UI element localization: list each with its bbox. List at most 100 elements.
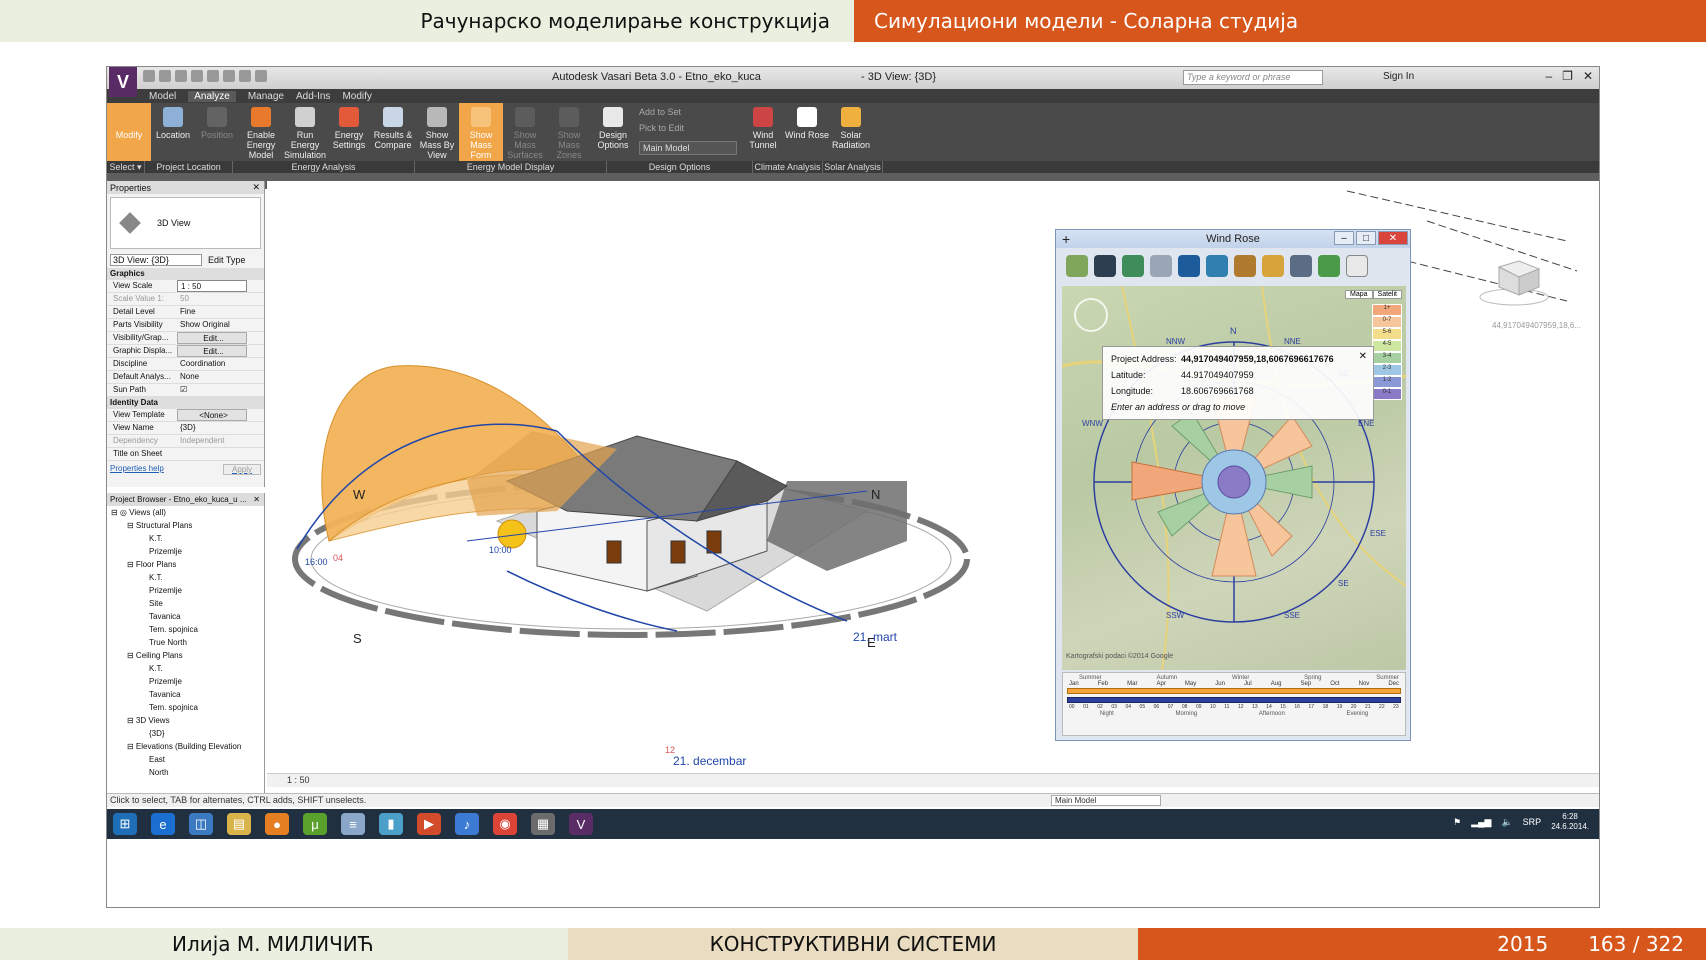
property-value[interactable]: Edit... — [177, 332, 247, 344]
ebook-icon[interactable]: ▮ — [379, 813, 403, 835]
active-model-select[interactable]: Main Model — [1051, 795, 1161, 806]
windows-media-icon[interactable]: ▶ — [417, 813, 441, 835]
ribbon-button-show-mass-surfaces[interactable]: Show Mass Surfaces — [503, 103, 547, 161]
property-value[interactable]: ☑ — [177, 384, 247, 396]
view-control-bar[interactable]: 1 : 50 — [267, 773, 1599, 787]
property-row[interactable]: Default Analys... None — [107, 371, 264, 384]
ribbon-button-run-energy-simulation[interactable]: Run Energy Simulation — [283, 103, 327, 161]
menu-item-model[interactable]: Model — [149, 91, 176, 102]
property-row[interactable]: Parts Visibility Show Original — [107, 319, 264, 332]
edit-type-button[interactable]: Edit Type — [208, 255, 245, 265]
hour-range-bar[interactable] — [1067, 697, 1401, 703]
vasari-icon[interactable]: V — [569, 813, 593, 835]
menu-item-analyze[interactable]: Analyze — [188, 90, 236, 102]
ribbon-button-enable-energy-model[interactable]: Enable Energy Model — [239, 103, 283, 161]
property-row[interactable]: View Name {3D} — [107, 422, 264, 435]
ribbon-button-modify[interactable]: Modify — [107, 103, 151, 161]
property-row[interactable]: View Template <None> — [107, 409, 264, 422]
browser-tree-item[interactable]: {3D} — [107, 727, 264, 740]
maximize-icon[interactable]: □ — [1356, 231, 1376, 245]
month-range-bar[interactable] — [1067, 688, 1401, 694]
export-icon[interactable] — [1066, 255, 1088, 277]
graphics-group[interactable]: Graphics — [107, 268, 264, 280]
property-value[interactable]: {3D} — [177, 422, 247, 434]
close-icon[interactable]: ✕ — [1378, 231, 1408, 245]
ribbon-button-solar-radiation[interactable]: Solar Radiation — [829, 103, 873, 161]
signal-icon[interactable]: ▂▄▆ — [1471, 817, 1491, 828]
tab-satellite[interactable]: Satelit — [1372, 290, 1402, 299]
browser-tree-item[interactable]: North — [107, 766, 264, 779]
ribbon-button-location[interactable]: Location — [151, 103, 195, 161]
tab-map[interactable]: Mapa — [1345, 290, 1373, 299]
menu-item-manage[interactable]: Manage — [248, 91, 284, 102]
firefox-icon[interactable]: ● — [265, 813, 289, 835]
ribbon-button-show-mass-by-view[interactable]: Show Mass By View — [415, 103, 459, 161]
property-row[interactable]: Title on Sheet — [107, 448, 264, 461]
itunes-icon[interactable]: ♪ — [455, 813, 479, 835]
network-icon[interactable]: ◫ — [189, 813, 213, 835]
volume-icon[interactable]: 🔈 — [1501, 817, 1512, 828]
property-value[interactable]: Show Original — [177, 319, 247, 331]
view-selector[interactable]: 3D View: {3D} — [110, 254, 202, 266]
browser-tree-item[interactable]: Site — [107, 597, 264, 610]
browser-tree-item[interactable]: ⊟ 3D Views — [107, 714, 264, 727]
close-icon[interactable]: ✕ — [1583, 69, 1593, 83]
clock[interactable]: 6:28 24.6.2014. — [1551, 812, 1589, 832]
language-indicator[interactable]: SRP — [1523, 817, 1542, 827]
property-row[interactable]: Graphic Displa... Edit... — [107, 345, 264, 358]
chrome-icon[interactable]: ◉ — [493, 813, 517, 835]
property-row[interactable]: Detail Level Fine — [107, 306, 264, 319]
property-value[interactable]: <None> — [177, 409, 247, 421]
pan-icon[interactable] — [1178, 255, 1200, 277]
restore-icon[interactable]: ❐ — [1562, 69, 1573, 83]
identity-group[interactable]: Identity Data — [107, 397, 264, 409]
utorrent-icon[interactable]: μ — [303, 813, 327, 835]
close-icon[interactable]: ✕ — [253, 495, 260, 504]
property-value[interactable] — [177, 448, 247, 460]
menu-item-add-ins[interactable]: Add-Ins — [296, 91, 330, 102]
ribbon-button-show-mass-form[interactable]: Show Mass Form — [459, 103, 503, 161]
windows-start-icon[interactable]: ⊞ — [113, 813, 137, 835]
chart-icon[interactable] — [1262, 255, 1284, 277]
search-location-icon[interactable] — [1234, 255, 1256, 277]
ribbon-button-energy-settings[interactable]: Energy Settings — [327, 103, 371, 161]
browser-tree-item[interactable]: ⊟ Elevations (Building Elevation — [107, 740, 264, 753]
time-range-slider[interactable]: Summer Autumn Winter Spring Summer Jan Feb Mar… — [1062, 672, 1406, 736]
browser-tree-item[interactable]: Tavanica — [107, 688, 264, 701]
search-input[interactable]: Type a keyword or phrase — [1183, 70, 1323, 85]
property-row[interactable]: Scale Value 1: 50 — [107, 293, 264, 306]
list-icon[interactable] — [1290, 255, 1312, 277]
main-model-select[interactable]: Main Model — [639, 141, 737, 155]
quick-access-toolbar[interactable] — [143, 70, 267, 82]
browser-tree-item[interactable]: Prizemlje — [107, 545, 264, 558]
flag-icon[interactable]: ⚑ — [1453, 817, 1461, 828]
move-icon[interactable]: + — [1062, 231, 1070, 247]
browser-tree-item[interactable]: East — [107, 753, 264, 766]
wind-rose-window[interactable]: + Wind Rose – □ ✕ N NNE ENE ESE SE SSE S… — [1055, 229, 1411, 741]
refresh-icon[interactable] — [1318, 255, 1340, 277]
property-value[interactable]: Independent — [177, 435, 247, 447]
properties-help-link[interactable]: Properties help — [110, 464, 164, 475]
browser-tree-item[interactable]: Prizemlje — [107, 675, 264, 688]
notepad-icon[interactable]: ≡ — [341, 813, 365, 835]
browser-tree-item[interactable]: K.T. — [107, 571, 264, 584]
books-icon[interactable]: ▦ — [531, 813, 555, 835]
ribbon-button-wind-tunnel[interactable]: Wind Tunnel — [741, 103, 785, 161]
property-value[interactable]: Coordination — [177, 358, 247, 370]
save-icon[interactable] — [1094, 255, 1116, 277]
scale-label[interactable]: 1 : 50 — [287, 775, 310, 785]
ribbon-button-show-mass-zones[interactable]: Show Mass Zones — [547, 103, 591, 161]
view-cube[interactable] — [1479, 257, 1549, 307]
view-cube-icon[interactable] — [1479, 257, 1549, 307]
property-row[interactable]: Visibility/Grap... Edit... — [107, 332, 264, 345]
file-explorer-icon[interactable]: ▤ — [227, 813, 251, 835]
browser-tree-item[interactable]: ⊟ Floor Plans — [107, 558, 264, 571]
browser-tree-item[interactable]: Tem. spojnica — [107, 623, 264, 636]
map-navigation-control[interactable] — [1074, 298, 1108, 332]
add-to-set-button[interactable]: Add to Set — [639, 107, 737, 117]
property-value[interactable]: 1 : 50 — [177, 280, 247, 292]
type-selector[interactable]: 3D View — [110, 197, 261, 249]
browser-tree-item[interactable]: Tavanica — [107, 610, 264, 623]
browser-tree-item[interactable]: Prizemlje — [107, 584, 264, 597]
window-controls[interactable]: – ❐ ✕ — [1545, 69, 1593, 83]
